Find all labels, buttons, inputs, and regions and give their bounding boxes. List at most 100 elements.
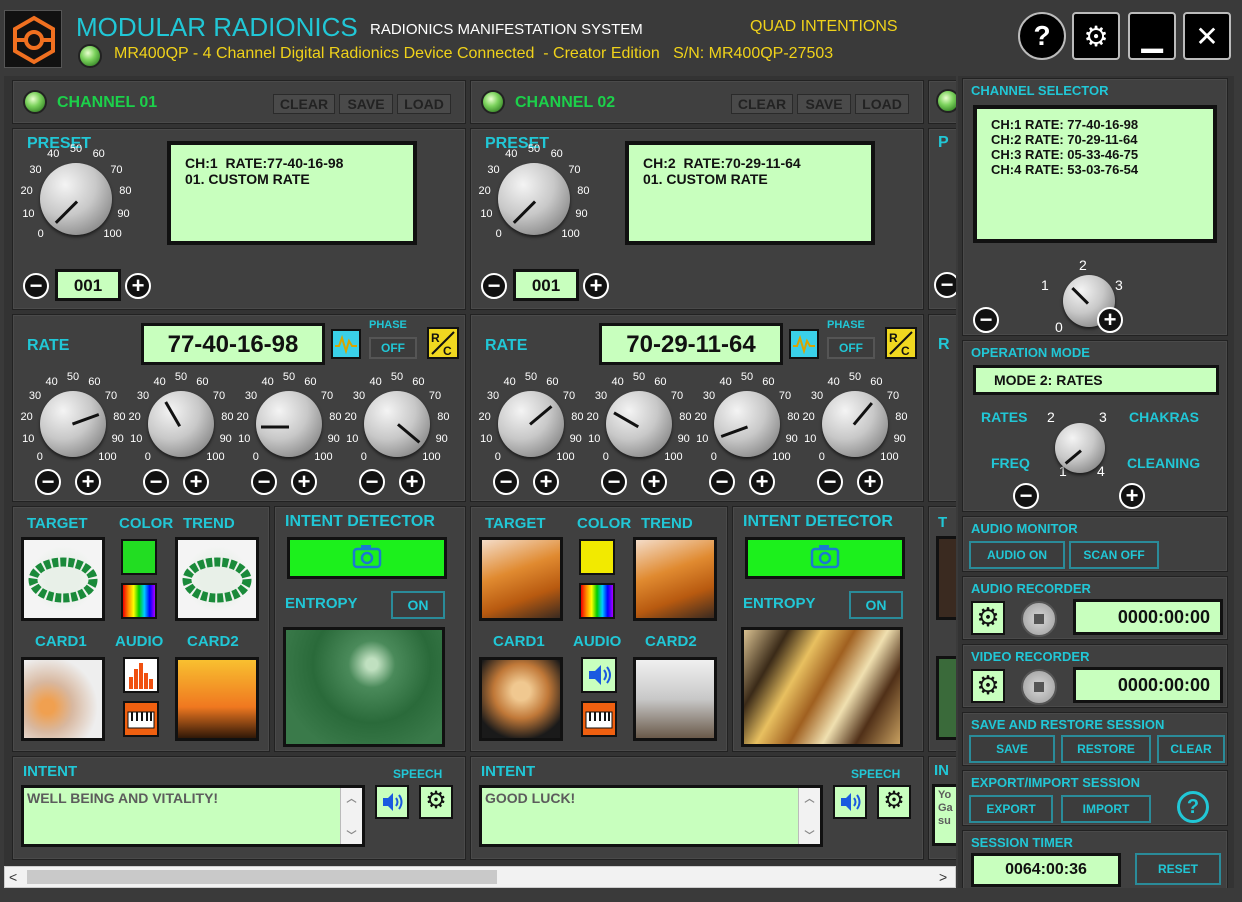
session-restore-button[interactable]: RESTORE (1061, 735, 1151, 763)
color-swatch[interactable] (579, 539, 615, 575)
rate-digit-4-plus-button[interactable]: + (857, 469, 883, 495)
rate-digit-3-knob[interactable] (714, 391, 780, 457)
audio-recorder-panel-stop-button[interactable] (1021, 601, 1057, 637)
rate-digit-1-dial[interactable]: 0 10 20 30 40 50 60 70 80 90 100 (17, 371, 129, 475)
rate-digit-2-knob[interactable] (148, 391, 214, 457)
preset-minus-button[interactable]: − (481, 273, 507, 299)
operation-mode-plus-button[interactable]: + (1119, 483, 1145, 509)
intent-scrollbar[interactable]: ︿ ﹀ (798, 788, 820, 844)
rate-digit-3-minus-button[interactable]: − (251, 469, 277, 495)
trend-image[interactable] (633, 537, 717, 621)
settings-button[interactable]: ⚙ (1072, 12, 1120, 60)
entropy-toggle[interactable]: ON (849, 591, 903, 619)
rate-digit-3-dial[interactable]: 0 10 20 30 40 50 60 70 80 90 100 (691, 371, 803, 475)
intent-textarea[interactable]: GOOD LUCK! ︿ ﹀ (479, 785, 823, 847)
rate-digit-1-plus-button[interactable]: + (533, 469, 559, 495)
intent-detector-button[interactable] (745, 537, 905, 579)
audio-button[interactable] (581, 657, 617, 693)
entropy-image[interactable] (741, 627, 903, 747)
horizontal-scrollbar[interactable]: < > (4, 866, 956, 888)
entropy-toggle[interactable]: ON (391, 591, 445, 619)
card1-image[interactable] (21, 657, 105, 741)
rate-digit-2-dial[interactable]: 0 10 20 30 40 50 60 70 80 90 100 (583, 371, 695, 475)
rc-button[interactable]: RC (427, 327, 459, 359)
intent-textarea[interactable]: WELL BEING AND VITALITY! ︿ ﹀ (21, 785, 365, 847)
close-button[interactable]: ✕ (1183, 12, 1231, 60)
scroll-up-arrow[interactable]: ︿ (341, 790, 362, 805)
rate-digit-4-minus-button[interactable]: − (817, 469, 843, 495)
rate-digit-1-minus-button[interactable]: − (493, 469, 519, 495)
phase-toggle[interactable]: OFF (827, 337, 875, 359)
scroll-up-arrow[interactable]: ︿ (799, 790, 820, 805)
scroll-thumb[interactable] (27, 870, 497, 884)
peek-minus-button[interactable]: − (934, 272, 956, 298)
scroll-down-arrow[interactable]: ﹀ (341, 827, 362, 842)
phase-toggle[interactable]: OFF (369, 337, 417, 359)
video-recorder-panel-settings-button[interactable]: ⚙ (971, 669, 1005, 703)
color-spectrum[interactable] (579, 583, 615, 619)
preset-dial[interactable]: 0 10 20 30 40 50 60 70 80 90 100 (17, 143, 135, 253)
channel-selector-dial[interactable]: 01234 (1003, 249, 1143, 339)
rate-digit-2-dial[interactable]: 0 10 20 30 40 50 60 70 80 90 100 (125, 371, 237, 475)
rate-digit-3-minus-button[interactable]: − (709, 469, 735, 495)
rate-digit-1-minus-button[interactable]: − (35, 469, 61, 495)
minimize-button[interactable]: ▁ (1128, 12, 1176, 60)
target-image[interactable] (21, 537, 105, 621)
rate-digit-4-dial[interactable]: 0 10 20 30 40 50 60 70 80 90 100 (341, 371, 453, 475)
rate-digit-2-minus-button[interactable]: − (601, 469, 627, 495)
video-recorder-panel-stop-button[interactable] (1021, 669, 1057, 705)
preset-minus-button[interactable]: − (23, 273, 49, 299)
channel-selector-plus-button[interactable]: + (1097, 307, 1123, 333)
preset-plus-button[interactable]: + (583, 273, 609, 299)
operation-mode-knob[interactable] (1055, 423, 1105, 473)
audio-recorder-panel-settings-button[interactable]: ⚙ (971, 601, 1005, 635)
rate-digit-2-plus-button[interactable]: + (183, 469, 209, 495)
save-button[interactable]: SAVE (339, 94, 393, 114)
entropy-image[interactable] (283, 627, 445, 747)
rate-digit-3-dial[interactable]: 0 10 20 30 40 50 60 70 80 90 100 (233, 371, 345, 475)
card2-image[interactable] (175, 657, 259, 741)
speech-settings-button[interactable]: ⚙ (419, 785, 453, 819)
session-save-button[interactable]: SAVE (969, 735, 1055, 763)
rate-digit-2-plus-button[interactable]: + (641, 469, 667, 495)
session-clear-button[interactable]: CLEAR (1157, 735, 1225, 763)
preset-knob[interactable] (40, 163, 112, 235)
export-help-button[interactable]: ? (1177, 791, 1209, 823)
peek-target-image[interactable] (936, 536, 956, 620)
speech-play-button[interactable] (833, 785, 867, 819)
rate-digit-3-knob[interactable] (256, 391, 322, 457)
rate-digit-4-dial[interactable]: 0 10 20 30 40 50 60 70 80 90 100 (799, 371, 911, 475)
speech-settings-button[interactable]: ⚙ (877, 785, 911, 819)
speech-play-button[interactable] (375, 785, 409, 819)
channel-selector-minus-button[interactable]: − (973, 307, 999, 333)
preset-dial[interactable]: 0 10 20 30 40 50 60 70 80 90 100 (475, 143, 593, 253)
rate-digit-1-knob[interactable] (498, 391, 564, 457)
clear-button[interactable]: CLEAR (273, 94, 335, 114)
rate-digit-4-knob[interactable] (364, 391, 430, 457)
peek-card-image[interactable] (936, 656, 956, 740)
rate-digit-1-knob[interactable] (40, 391, 106, 457)
help-button[interactable]: ? (1018, 12, 1066, 60)
color-spectrum[interactable] (121, 583, 157, 619)
preset-plus-button[interactable]: + (125, 273, 151, 299)
keyboard-button[interactable] (123, 701, 159, 737)
scan-off-button[interactable]: SCAN OFF (1069, 541, 1159, 569)
rate-digit-2-minus-button[interactable]: − (143, 469, 169, 495)
rc-button[interactable]: RC (885, 327, 917, 359)
intent-detector-button[interactable] (287, 537, 447, 579)
rate-digit-1-dial[interactable]: 0 10 20 30 40 50 60 70 80 90 100 (475, 371, 587, 475)
preset-knob[interactable] (498, 163, 570, 235)
target-image[interactable] (479, 537, 563, 621)
intent-scrollbar[interactable]: ︿ ﹀ (340, 788, 362, 844)
scroll-down-arrow[interactable]: ﹀ (799, 827, 820, 842)
rate-digit-2-knob[interactable] (606, 391, 672, 457)
load-button[interactable]: LOAD (855, 94, 909, 114)
scroll-right-arrow[interactable]: > (939, 869, 947, 885)
session-reset-button[interactable]: RESET (1135, 853, 1221, 885)
save-button[interactable]: SAVE (797, 94, 851, 114)
color-swatch[interactable] (121, 539, 157, 575)
rate-digit-3-plus-button[interactable]: + (291, 469, 317, 495)
trend-image[interactable] (175, 537, 259, 621)
card1-image[interactable] (479, 657, 563, 741)
rate-digit-1-plus-button[interactable]: + (75, 469, 101, 495)
